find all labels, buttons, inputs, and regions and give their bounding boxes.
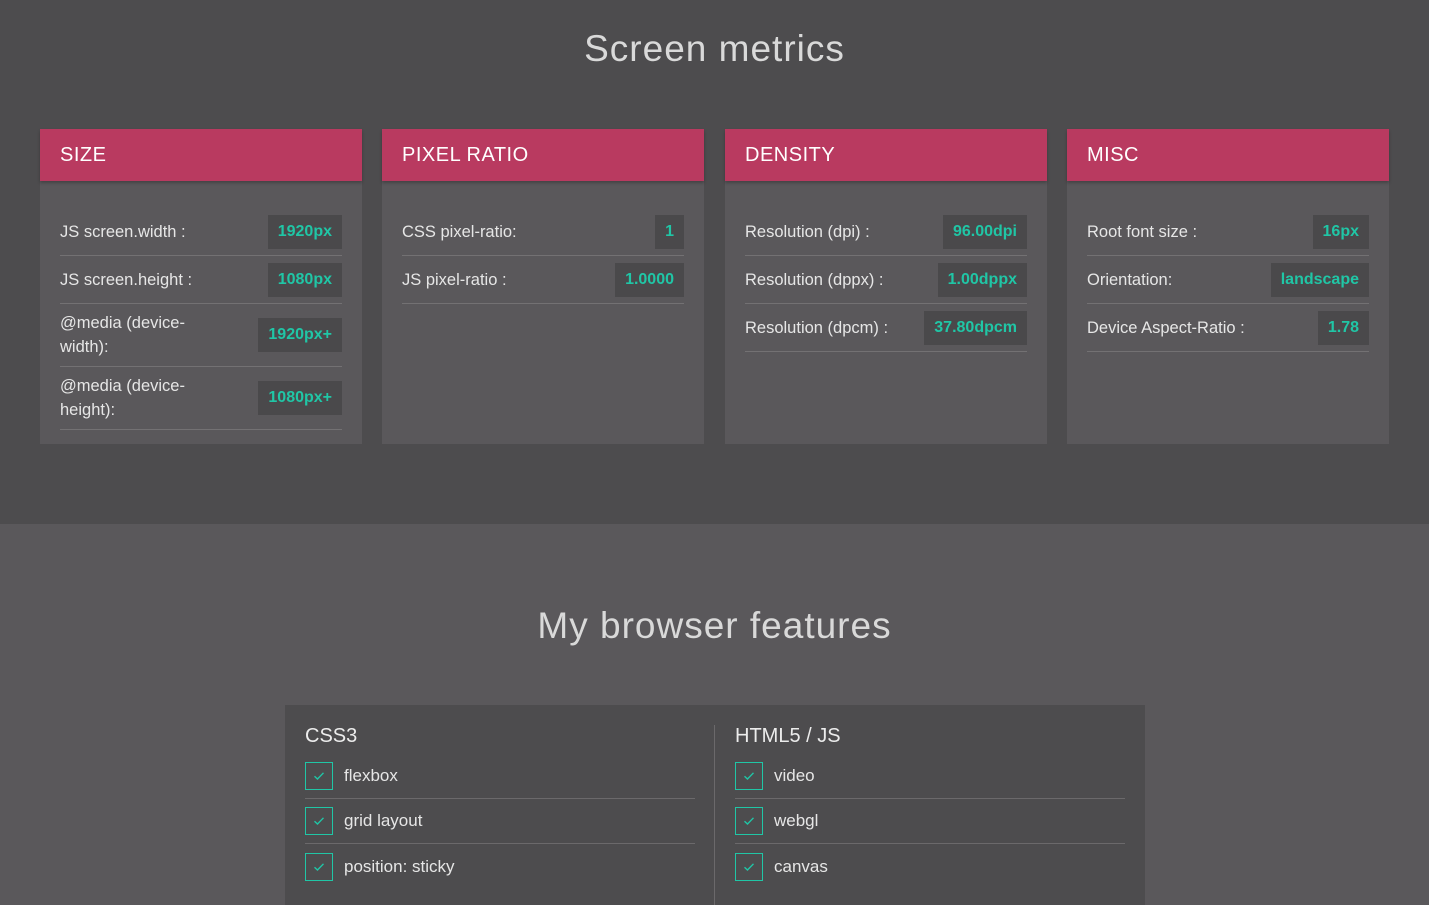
feature-item: position: sticky: [305, 844, 695, 889]
metric-row: @media (device-width): 1920px+: [60, 304, 342, 367]
metric-value: landscape: [1270, 262, 1369, 297]
metric-label: @media (device-width):: [60, 314, 185, 356]
metric-value: 37.80dpcm: [924, 310, 1027, 345]
metric-row: Resolution (dpcm) : 37.80dpcm: [745, 304, 1027, 352]
card-header: MISC: [1067, 129, 1389, 181]
card-header: SIZE: [40, 129, 362, 181]
feature-item: grid layout: [305, 799, 695, 844]
feature-item: canvas: [735, 844, 1125, 889]
card-misc: MISC Root font size : 16px Orientation: …: [1067, 129, 1389, 444]
feature-item: flexbox: [305, 754, 695, 799]
feature-label: flexbox: [344, 766, 398, 785]
column-divider: [714, 725, 715, 905]
metric-label: Resolution (dpcm) :: [745, 318, 889, 337]
screen-metrics-section: Screen metrics SIZE JS screen.width : 19…: [0, 0, 1429, 524]
check-icon: [735, 762, 763, 790]
feature-label: webgl: [774, 811, 819, 830]
feature-item: video: [735, 754, 1125, 799]
feature-item: webgl: [735, 799, 1125, 844]
metric-row: JS pixel-ratio : 1.0000: [402, 256, 684, 304]
metric-row: Root font size : 16px: [1087, 208, 1369, 256]
browser-features-section: My browser features CSS3 flexbox grid la…: [0, 524, 1429, 905]
metric-label: Orientation:: [1087, 270, 1173, 289]
metric-row: Resolution (dppx) : 1.00dppx: [745, 256, 1027, 304]
metric-row: Device Aspect-Ratio : 1.78: [1087, 304, 1369, 352]
metric-value: 1920px: [267, 214, 342, 249]
features-column-css3: CSS3 flexbox grid layout position: stick…: [305, 705, 695, 889]
feature-label: video: [774, 766, 815, 785]
metric-row: CSS pixel-ratio: 1: [402, 208, 684, 256]
metric-label: JS screen.width :: [60, 222, 186, 241]
metric-label: Root font size :: [1087, 222, 1198, 241]
metric-value: 1.78: [1317, 310, 1369, 345]
metric-label: @media (device-height):: [60, 377, 185, 419]
feature-label: canvas: [774, 856, 828, 876]
metric-row: JS screen.width : 1920px: [60, 208, 342, 256]
metric-label: JS pixel-ratio :: [402, 270, 507, 289]
card-header: DENSITY: [725, 129, 1047, 181]
page-title: Screen metrics: [584, 28, 845, 69]
metric-label: Device Aspect-Ratio :: [1087, 318, 1245, 337]
metric-value: 96.00dpi: [942, 214, 1027, 249]
check-icon: [305, 852, 333, 881]
card-density: DENSITY Resolution (dpi) : 96.00dpi Reso…: [725, 129, 1047, 444]
column-title: CSS3: [305, 725, 358, 747]
card-header: PIXEL RATIO: [382, 129, 704, 181]
metric-label: CSS pixel-ratio:: [402, 222, 517, 241]
metric-row: Resolution (dpi) : 96.00dpi: [745, 208, 1027, 256]
metric-row: @media (device-height): 1080px+: [60, 367, 342, 430]
metric-value: 1080px: [267, 262, 342, 297]
metric-value: 1920px+: [258, 318, 342, 352]
metric-row: Orientation: landscape: [1087, 256, 1369, 304]
metric-label: Resolution (dppx) :: [745, 270, 884, 289]
metric-value: 1080px+: [258, 381, 342, 415]
metric-label: Resolution (dpi) :: [745, 222, 870, 241]
feature-label: position: sticky: [344, 856, 455, 876]
metric-row: JS screen.height : 1080px: [60, 256, 342, 304]
check-icon: [735, 807, 763, 835]
card-size: SIZE JS screen.width : 1920px JS screen.…: [40, 129, 362, 444]
metric-label: JS screen.height :: [60, 270, 193, 289]
check-icon: [305, 762, 333, 790]
metric-value: 16px: [1312, 214, 1369, 249]
features-panel: CSS3 flexbox grid layout position: stick…: [285, 705, 1145, 905]
features-column-html5-js: HTML5 / JS video webgl canvas: [735, 705, 1125, 889]
column-title: HTML5 / JS: [735, 725, 841, 747]
metric-value: 1: [655, 214, 684, 249]
check-icon: [305, 807, 333, 835]
metric-value: 1.0000: [615, 262, 684, 297]
card-pixel-ratio: PIXEL RATIO CSS pixel-ratio: 1 JS pixel-…: [382, 129, 704, 444]
check-icon: [735, 852, 763, 881]
feature-label: grid layout: [344, 811, 423, 830]
section-title: My browser features: [537, 605, 892, 646]
metric-value: 1.00dppx: [937, 262, 1027, 297]
